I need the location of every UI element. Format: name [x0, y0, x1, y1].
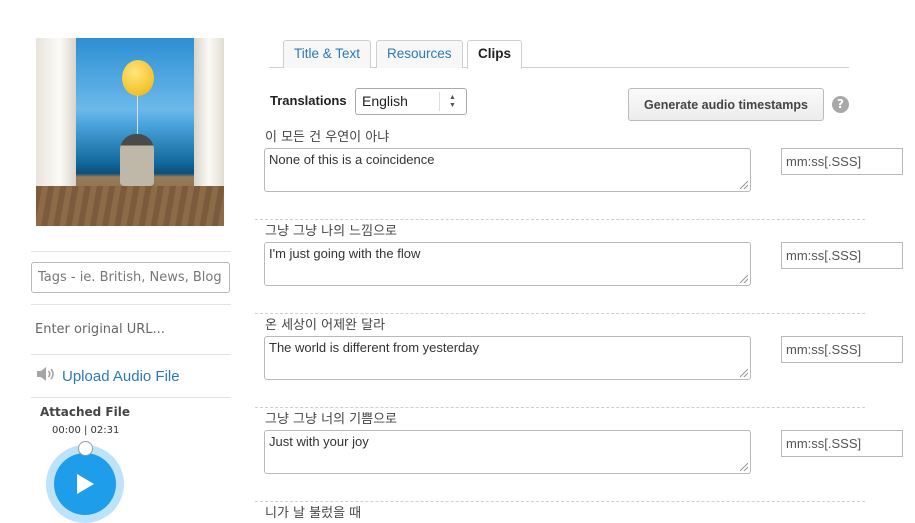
- resize-grip-icon[interactable]: [740, 275, 748, 283]
- clip-lyric: 이 모든 건 우연이 아냐: [265, 130, 390, 145]
- clip-timestamp-input[interactable]: [781, 430, 903, 457]
- cover-balloon: [122, 60, 154, 96]
- clip-translation-value: None of this is a coincidence: [269, 152, 435, 167]
- clip-lyric: 그냥 그냥 나의 느낌으로: [265, 224, 397, 239]
- left-panel: Upload Audio File Attached File 00:00 | …: [0, 0, 240, 523]
- divider: [31, 304, 231, 305]
- divider: [31, 354, 231, 355]
- language-select[interactable]: English ▲ ▼: [355, 88, 467, 115]
- generate-timestamps-button[interactable]: Generate audio timestamps: [628, 88, 824, 121]
- upload-audio-label: Upload Audio File: [62, 367, 180, 385]
- language-select-value: English: [362, 93, 408, 109]
- select-arrows-icon: ▲ ▼: [439, 92, 465, 111]
- attached-file-title: Attached File: [40, 405, 130, 419]
- clip-row: 그냥 그냥 나의 느낌으로 I'm just going with the fl…: [255, 220, 903, 314]
- translations-label: Translations: [270, 93, 347, 108]
- tab-clips[interactable]: Clips: [467, 40, 523, 69]
- album-cover-image: [36, 38, 224, 226]
- clip-row: 니가 날 불렀을 때: [255, 502, 865, 523]
- clip-row: 온 세상이 어제완 달라 The world is different from…: [255, 314, 903, 408]
- progress-knob[interactable]: [78, 441, 93, 456]
- clip-translation-input[interactable]: I'm just going with the flow: [264, 242, 751, 286]
- tab-resources[interactable]: Resources: [376, 40, 463, 68]
- clip-translation-value: Just with your joy: [269, 434, 369, 449]
- clip-translation-value: I'm just going with the flow: [269, 246, 421, 261]
- clip-timestamp-input[interactable]: [781, 242, 903, 269]
- clip-row: 이 모든 건 우연이 아냐 None of this is a coincide…: [255, 126, 903, 220]
- divider: [31, 397, 231, 398]
- original-url-input[interactable]: [31, 316, 230, 342]
- help-icon[interactable]: ?: [832, 96, 849, 113]
- resize-grip-icon[interactable]: [740, 181, 748, 189]
- clip-row: 그냥 그냥 너의 기쁨으로 Just with your joy: [255, 408, 903, 502]
- play-icon: [77, 474, 94, 494]
- clip-translation-input[interactable]: Just with your joy: [264, 430, 751, 474]
- cover-figure: [120, 134, 154, 186]
- clip-translation-value: The world is different from yesterday: [269, 340, 480, 355]
- clip-timestamp-input[interactable]: [781, 336, 903, 363]
- clip-lyric: 그냥 그냥 너의 기쁨으로: [265, 412, 397, 427]
- tags-input[interactable]: [31, 262, 230, 293]
- audio-time-display: 00:00 | 02:31: [52, 425, 120, 436]
- cover-floor: [36, 186, 224, 226]
- upload-audio-button[interactable]: Upload Audio File: [36, 366, 180, 386]
- tab-bar: Title & Text Resources Clips: [269, 40, 849, 69]
- play-button[interactable]: [54, 453, 116, 515]
- clip-timestamp-input[interactable]: [781, 148, 903, 175]
- clip-translation-input[interactable]: None of this is a coincidence: [264, 148, 751, 192]
- clip-lyric: 니가 날 불렀을 때: [265, 506, 362, 521]
- clip-lyric: 온 세상이 어제완 달라: [265, 318, 386, 333]
- speaker-icon: [36, 366, 56, 386]
- clip-translation-input[interactable]: The world is different from yesterday: [264, 336, 751, 380]
- divider: [31, 251, 231, 252]
- resize-grip-icon[interactable]: [740, 369, 748, 377]
- tab-title-text[interactable]: Title & Text: [283, 40, 372, 68]
- resize-grip-icon[interactable]: [740, 463, 748, 471]
